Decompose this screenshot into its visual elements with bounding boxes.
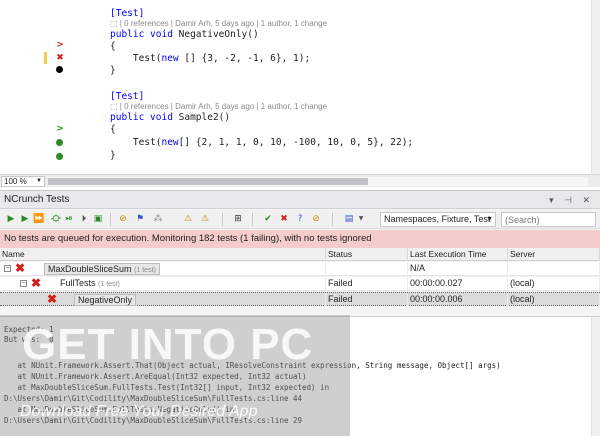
scrollbar-thumb[interactable]: [48, 178, 368, 185]
exception-dot-icon: [55, 65, 65, 75]
pin-icon[interactable]: ⚑: [134, 213, 146, 225]
code-line: Test(new[] {2, 1, 1, 0, 10, -100, 10, 0,…: [110, 137, 414, 148]
code-line: }: [110, 65, 116, 76]
covered-dot-icon: [55, 152, 65, 162]
run-impacted-icon[interactable]: ⛮: [50, 213, 62, 225]
column-header-status[interactable]: Status: [326, 248, 408, 261]
zoom-level-select[interactable]: 100 % ▼: [1, 176, 45, 187]
code-line: }: [110, 150, 116, 161]
cell-status: Failed: [326, 293, 408, 307]
cell-name: − ✖ FullTests (1 test): [0, 277, 326, 291]
run-all-tests-icon[interactable]: ▶: [5, 213, 17, 225]
chevron-down-icon: ▼: [36, 178, 42, 184]
warning-filter-icon[interactable]: ⚠: [199, 213, 211, 225]
column-header-last-execution-time[interactable]: Last Execution Time: [408, 248, 508, 261]
configuration-icon[interactable]: ▤: [343, 213, 355, 225]
toolbar-separator: [110, 213, 111, 226]
warning-icon[interactable]: ⚠: [182, 213, 194, 225]
collapse-icon[interactable]: −: [4, 265, 11, 272]
cell-server: (local): [508, 277, 600, 291]
code-editor[interactable]: > ✖ > [Test] ⬚ | 0 references | Damir Ar…: [0, 0, 600, 174]
method-signature: public void Sample2(): [110, 112, 231, 123]
toolbar-separator: [222, 213, 223, 226]
watermark-subtitle: Download Free Your Desired App: [20, 403, 258, 420]
run-pinned-icon[interactable]: ⏯: [63, 213, 75, 225]
fail-cross-icon: ✖: [15, 262, 26, 275]
grouping-select[interactable]: Namespaces, Fixture, Test ▼: [380, 212, 496, 227]
covered-dot-icon: [55, 138, 65, 148]
failing-test-arrow-icon[interactable]: >: [55, 40, 65, 50]
toolbar-separator: [332, 213, 333, 226]
passing-test-arrow-icon[interactable]: >: [55, 124, 65, 134]
fail-cross-icon: ✖: [47, 293, 58, 306]
editor-zoom-bar: 100 % ▼: [0, 174, 600, 187]
editor-vertical-scrollbar[interactable]: [591, 0, 600, 174]
test-attribute: [Test]: [110, 8, 145, 19]
column-header-name[interactable]: Name: [0, 248, 326, 261]
panel-window-controls[interactable]: ▾ ⊣ ✕: [549, 191, 594, 209]
table-row[interactable]: − ✖ FullTests (1 test) Failed 00:00:00.0…: [0, 277, 600, 291]
editor-gutter: > ✖ >: [0, 0, 72, 174]
code-line: Test(new [] {3, -2, -1, 6}, 1);: [110, 53, 311, 64]
show-ignored-icon[interactable]: ⊘: [310, 213, 322, 225]
run-selected-icon[interactable]: ⏩: [33, 213, 45, 225]
coverage-icon[interactable]: ▣: [92, 213, 104, 225]
lens-icon: ⬚: [110, 102, 118, 111]
debug-icon[interactable]: ⏵: [78, 213, 90, 225]
disable-icon[interactable]: ⊘: [117, 213, 129, 225]
panel-title-bar: NCrunch Tests ▾ ⊣ ✕: [0, 191, 600, 209]
test-attribute: [Test]: [110, 91, 145, 102]
output-vertical-scrollbar[interactable]: [591, 317, 600, 436]
cell-name: − ✖ MaxDoubleSliceSum (1 test): [0, 262, 326, 276]
cell-status: [326, 262, 408, 276]
test-fixture-name: MaxDoubleSliceSum (1 test): [44, 263, 160, 275]
code-line: {: [110, 124, 116, 135]
show-failing-icon[interactable]: ✖: [278, 213, 290, 225]
fail-cross-icon: ✖: [31, 277, 42, 290]
lens-icon: ⬚: [110, 19, 118, 28]
ignore-icon[interactable]: ⁂: [152, 213, 164, 225]
chevron-down-icon[interactable]: ▼: [355, 213, 367, 225]
fail-cross-icon: ✖: [56, 53, 64, 63]
engine-status-message: No tests are queued for execution. Monit…: [0, 230, 600, 248]
cell-server: [508, 262, 600, 276]
cell-time: 00:00:00.027: [408, 277, 508, 291]
table-row-selected[interactable]: ✖ NegativeOnly Failed 00:00:00.006 (loca…: [0, 292, 600, 307]
code-line: {: [110, 41, 116, 52]
expand-all-icon[interactable]: ⊞: [232, 213, 244, 225]
ncrunch-toolbar: ▶ ▶ ⏩ ⛮ ⏯ ⏵ ▣ ⊘ ⚑ ⁂ ⚠ ⚠ ⊞ ✔ ✖ ? ⊘ ▤ ▼ Na…: [0, 210, 600, 229]
change-indicator: [44, 52, 47, 64]
cell-time: 00:00:00.006: [408, 293, 508, 307]
cell-name: ✖ NegativeOnly: [0, 293, 326, 307]
cell-time: N/A: [408, 262, 508, 276]
test-grid-header: Name Status Last Execution Time Server: [0, 248, 600, 261]
collapse-icon[interactable]: −: [20, 280, 27, 287]
run-tests-icon[interactable]: ▶: [19, 213, 31, 225]
cell-server: (local): [508, 293, 600, 307]
panel-title: NCrunch Tests: [4, 194, 70, 205]
watermark-title: GET INTO PC: [22, 320, 314, 369]
search-input[interactable]: [501, 212, 596, 227]
editor-horizontal-scrollbar[interactable]: [48, 177, 588, 186]
toolbar-separator: [252, 213, 253, 226]
test-name: NegativeOnly: [74, 294, 137, 306]
chevron-down-icon: ▼: [486, 216, 493, 223]
show-unknown-icon[interactable]: ?: [294, 213, 306, 225]
test-class-name: FullTests (1 test): [60, 278, 120, 288]
table-row[interactable]: − ✖ MaxDoubleSliceSum (1 test) N/A: [0, 262, 600, 276]
column-header-server[interactable]: Server: [508, 248, 600, 261]
code-lens[interactable]: ⬚ | 0 references | Damir Arh, 5 days ago…: [110, 102, 327, 112]
code-lens[interactable]: ⬚ | 0 references | Damir Arh, 5 days ago…: [110, 19, 327, 29]
cell-status: Failed: [326, 277, 408, 291]
show-passing-icon[interactable]: ✔: [262, 213, 274, 225]
method-signature: public void NegativeOnly(): [110, 29, 259, 40]
